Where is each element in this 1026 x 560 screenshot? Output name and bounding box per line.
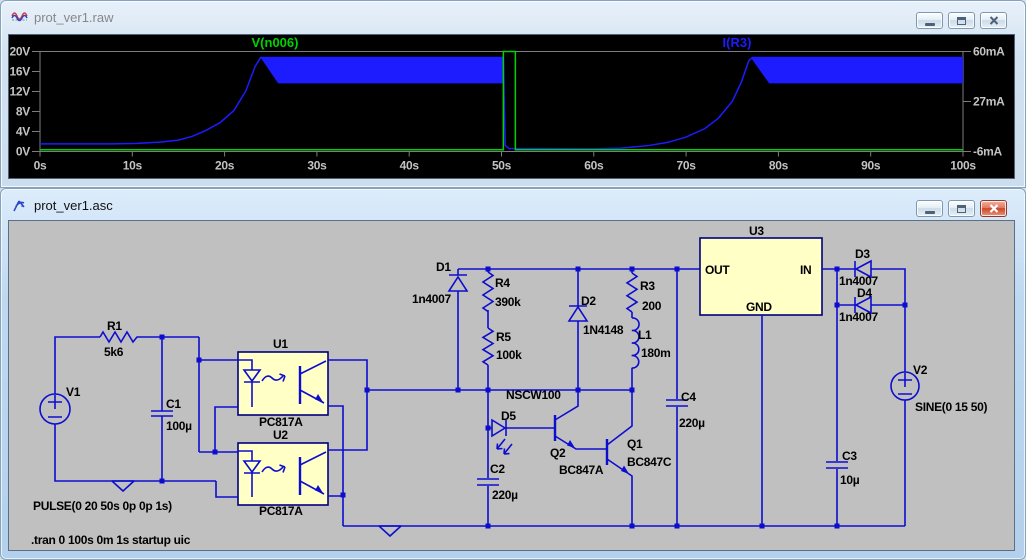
restore-button[interactable] xyxy=(948,200,975,217)
schematic-window[interactable]: prot_ver1.asc xyxy=(0,188,1026,560)
waveform-icon xyxy=(11,9,28,25)
schematic-canvas[interactable] xyxy=(8,220,1015,551)
close-icon xyxy=(989,204,999,213)
waveform-titlebar[interactable]: prot_ver1.raw xyxy=(1,1,1025,33)
minimize-icon xyxy=(925,23,935,26)
schematic-titlebar[interactable]: prot_ver1.asc xyxy=(1,189,1025,221)
minimize-button[interactable] xyxy=(916,12,943,29)
close-button[interactable] xyxy=(980,200,1007,217)
ltspice-schematic-icon xyxy=(11,197,28,213)
ltspice-workspace: prot_ver1.raw prot_ver1.asc xyxy=(0,0,1026,560)
window-title: prot_ver1.asc xyxy=(34,198,113,213)
window-title: prot_ver1.raw xyxy=(34,10,113,25)
close-icon xyxy=(989,16,999,25)
restore-button[interactable] xyxy=(948,12,975,29)
waveform-plot-area[interactable] xyxy=(8,34,1015,179)
restore-icon xyxy=(957,17,966,25)
minimize-button[interactable] xyxy=(916,200,943,217)
minimize-icon xyxy=(925,211,935,214)
restore-icon xyxy=(957,205,966,213)
waveform-window[interactable]: prot_ver1.raw xyxy=(0,0,1026,188)
close-button[interactable] xyxy=(980,12,1007,29)
